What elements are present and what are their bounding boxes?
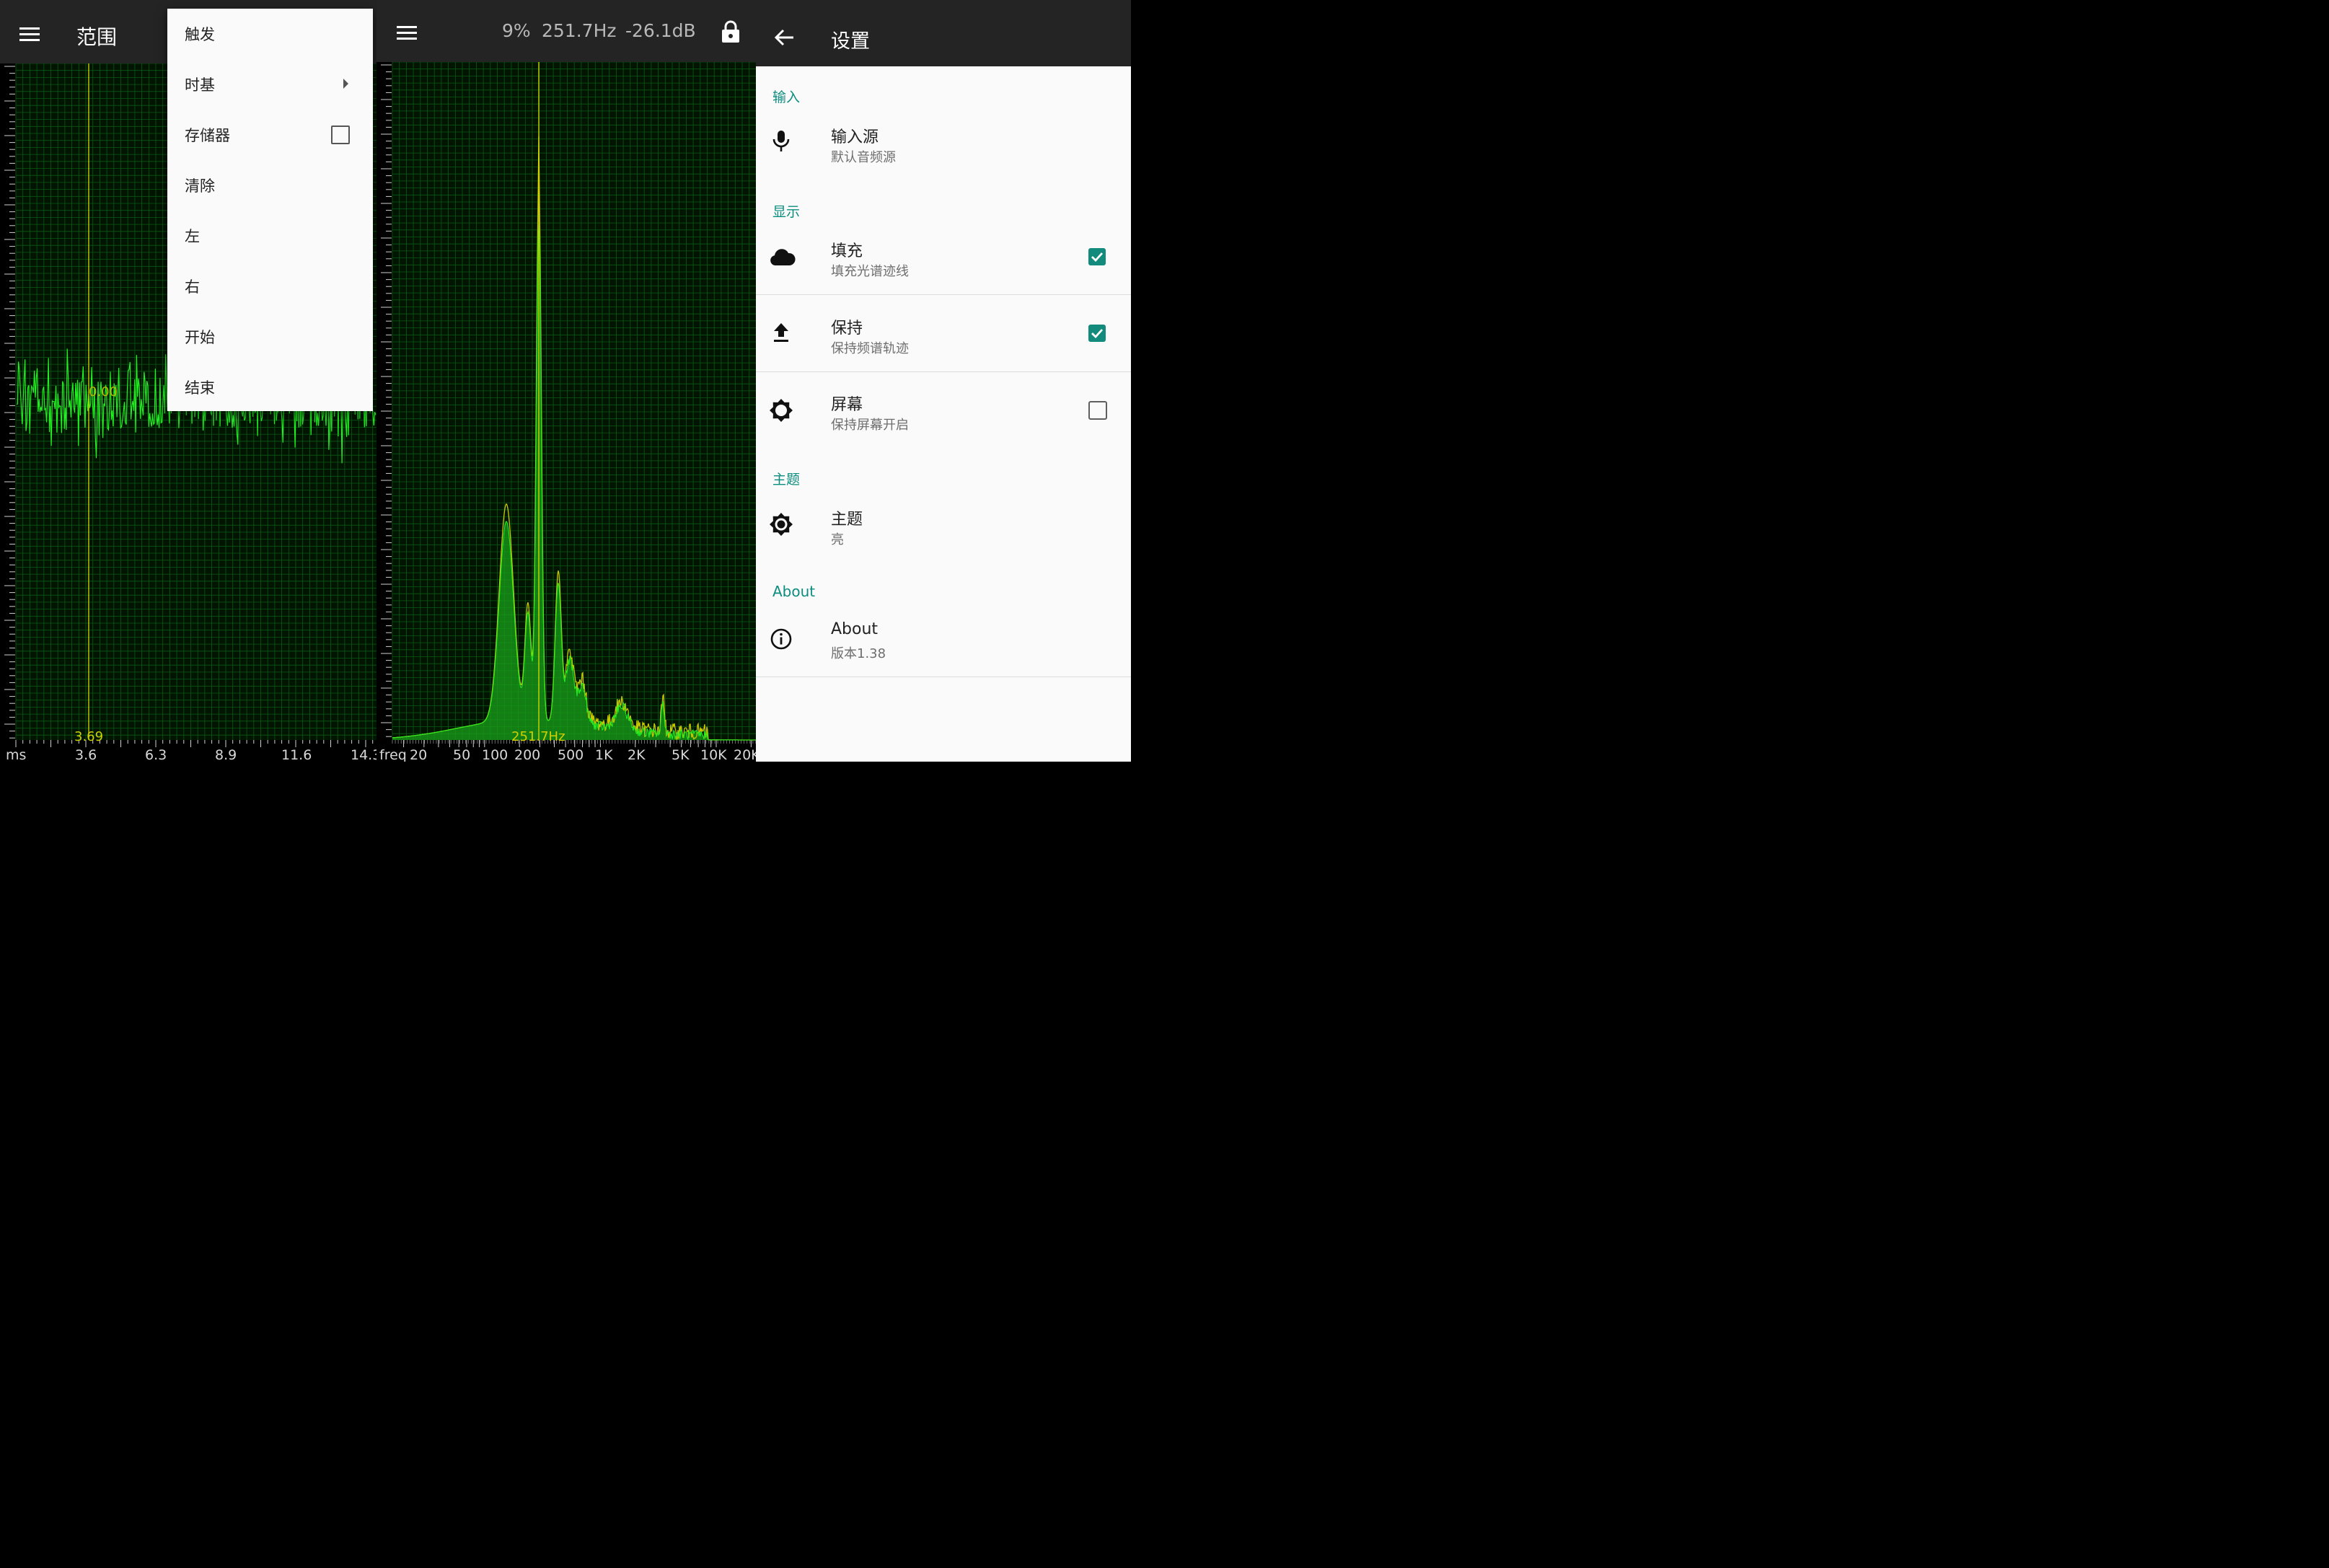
hamburger-menu-icon[interactable] <box>397 26 417 40</box>
peak-frequency-label: 251.7Hz <box>511 729 565 744</box>
check-icon <box>1091 252 1104 263</box>
setting-summary: 版本1.38 <box>831 646 886 661</box>
freq-tick-label: 200 <box>514 747 540 762</box>
freq-tick-label: 100 <box>482 747 508 762</box>
menu-item-label: 存储器 <box>185 127 230 144</box>
freq-tick-label: 1K <box>595 747 613 762</box>
menu-item-right[interactable]: 右 <box>167 261 373 312</box>
freq-tick-label: 20 <box>410 747 427 762</box>
peak-frequency: 251.7Hz <box>542 20 617 41</box>
hamburger-menu-icon[interactable] <box>19 27 40 42</box>
cloud-icon <box>770 249 796 265</box>
cursor-level-label: 0.00 <box>89 384 118 400</box>
setting-title: About <box>831 620 879 638</box>
freq-tick-label: 2K <box>628 747 646 762</box>
time-axis-unit: ms <box>6 747 26 762</box>
settings-title: 设置 <box>831 30 870 53</box>
setting-title: 主题 <box>831 511 863 529</box>
menu-item-storage[interactable]: 存储器 <box>167 110 373 160</box>
setting-summary: 填充光谱迹线 <box>831 264 909 279</box>
menu-item-end[interactable]: 结束 <box>167 362 373 413</box>
cursor-time-label: 3.69 <box>74 729 103 744</box>
setting-summary: 亮 <box>831 532 844 547</box>
settings-panel: 设置 输入 输入源 默认音频源 显示 填充 填充光谱迹线 保持 保持频谱轨迹 屏… <box>756 0 1131 762</box>
menu-item-label: 开始 <box>185 329 215 346</box>
spectrum-grid <box>392 61 756 740</box>
section-header-input: 输入 <box>772 89 801 105</box>
spectrum-app-bar: 9% 251.7Hz -26.1dB <box>377 0 756 62</box>
setting-title: 屏幕 <box>831 396 863 414</box>
time-tick-label: 8.9 <box>215 747 237 762</box>
setting-summary: 保持屏幕开启 <box>831 418 909 433</box>
setting-about[interactable]: About 版本1.38 <box>756 606 1131 677</box>
upload-arrow-icon <box>774 323 788 342</box>
freq-tick-label: 50 <box>453 747 470 762</box>
menu-item-trigger[interactable]: 触发 <box>167 9 373 59</box>
fill-checkbox[interactable] <box>1088 248 1106 265</box>
freq-tick-label: 20K <box>734 747 756 762</box>
hold-checkbox[interactable] <box>1088 325 1106 342</box>
time-tick-label: 3.6 <box>75 747 97 762</box>
frequency-tick-labels: 20 50 100 200 500 1K 2K 5K 10K 20K <box>410 747 756 762</box>
menu-item-label: 右 <box>185 278 200 296</box>
menu-item-left[interactable]: 左 <box>167 211 373 261</box>
theme-brightness-icon <box>770 513 793 536</box>
spectrum-panel: 251.7Hz freq 20 50 100 200 500 1K 2K 5K … <box>377 0 756 762</box>
setting-title: 填充 <box>831 242 863 260</box>
time-tick-label: 11.6 <box>281 747 312 762</box>
menu-item-label: 清除 <box>185 177 215 195</box>
setting-screen[interactable]: 屏幕 保持屏幕开启 <box>756 372 1131 450</box>
screenshot-stage: 0.00 3.69 ms 3.6 6.3 8.9 11.6 14.3 范围 触发… <box>0 0 1131 762</box>
lock-icon[interactable] <box>721 20 740 43</box>
setting-hold[interactable]: 保持 保持频谱轨迹 <box>756 295 1131 371</box>
setting-fill[interactable]: 填充 填充光谱迹线 <box>756 224 1131 294</box>
section-header-display: 显示 <box>772 204 801 220</box>
menu-item-timebase[interactable]: 时基 <box>167 59 373 110</box>
menu-item-start[interactable]: 开始 <box>167 312 373 362</box>
setting-summary: 保持频谱轨迹 <box>831 341 909 356</box>
setting-input-source[interactable]: 输入源 默认音频源 <box>756 108 1131 188</box>
freq-tick-label: 500 <box>558 747 584 762</box>
brightness-icon <box>770 399 793 422</box>
menu-item-label: 结束 <box>185 379 215 397</box>
info-icon <box>770 628 792 650</box>
time-tick-label: 6.3 <box>145 747 167 762</box>
menu-item-label: 左 <box>185 228 200 245</box>
freq-tick-label: 5K <box>672 747 690 762</box>
setting-theme[interactable]: 主题 亮 <box>756 490 1131 570</box>
setting-summary: 默认音频源 <box>831 150 896 165</box>
freq-tick-label: 10K <box>700 747 727 762</box>
back-arrow-icon[interactable] <box>775 29 795 46</box>
menu-item-clear[interactable]: 清除 <box>167 160 373 211</box>
scope-title: 范围 <box>76 25 118 49</box>
setting-title: 保持 <box>831 320 863 338</box>
menu-item-label: 触发 <box>185 26 215 43</box>
scope-panel: 0.00 3.69 ms 3.6 6.3 8.9 11.6 14.3 范围 触发… <box>0 0 377 762</box>
section-header-about: About <box>772 583 816 600</box>
menu-item-label: 时基 <box>185 76 215 94</box>
level-percent: 9% <box>502 20 531 41</box>
scope-options-menu: 触发 时基 存储器 清除 左 右 开始 结束 <box>167 9 373 411</box>
settings-app-bar: 设置 <box>756 0 1131 66</box>
submenu-arrow-icon <box>343 79 348 89</box>
microphone-icon <box>772 131 790 151</box>
time-tick-label: 14.3 <box>351 747 377 762</box>
section-header-theme: 主题 <box>772 472 801 488</box>
frequency-axis-unit: freq <box>379 747 407 762</box>
setting-title: 输入源 <box>831 128 879 146</box>
peak-level: -26.1dB <box>625 20 696 41</box>
spectrum-plot[interactable]: 251.7Hz freq 20 50 100 200 500 1K 2K 5K … <box>377 0 756 762</box>
screen-checkbox[interactable] <box>1088 401 1107 420</box>
check-icon <box>1091 329 1104 339</box>
storage-checkbox[interactable] <box>331 125 350 144</box>
